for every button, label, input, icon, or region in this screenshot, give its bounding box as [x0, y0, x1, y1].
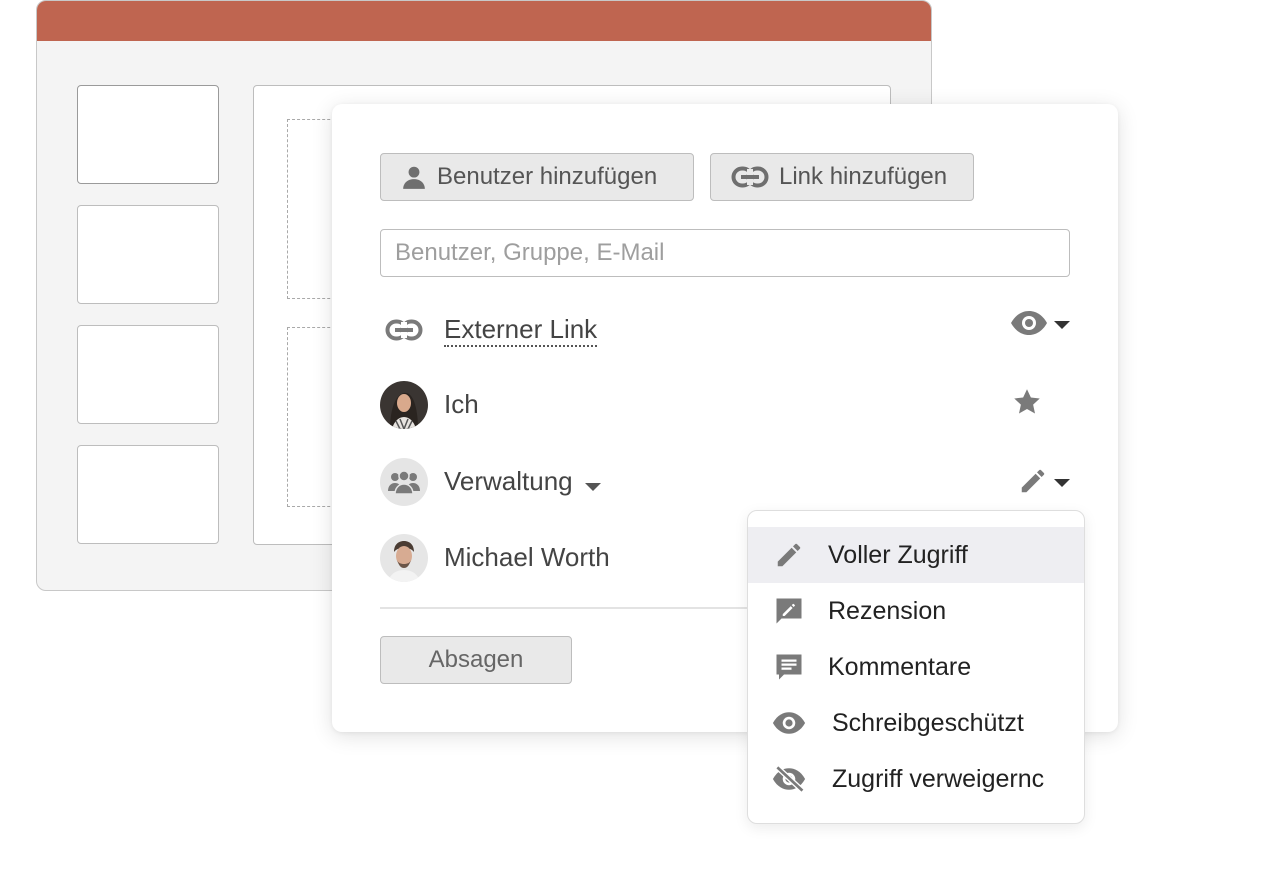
chevron-down-icon: [1054, 317, 1070, 335]
entry-name: Michael Worth: [444, 542, 610, 572]
eye-icon: [1010, 310, 1048, 341]
group-name-dropdown[interactable]: Verwaltung: [444, 466, 601, 499]
entry-name[interactable]: Externer Link: [444, 314, 598, 347]
entry-name: Verwaltung: [444, 466, 573, 496]
chevron-down-icon: [584, 468, 601, 499]
share-entry-me: Ich: [380, 379, 1070, 431]
avatar: [380, 381, 428, 429]
permission-option-full-access[interactable]: Voller Zugriff: [748, 527, 1084, 583]
pencil-icon: [1018, 466, 1048, 501]
permission-dropdown-toggle[interactable]: [1018, 466, 1070, 501]
eye-icon: [772, 707, 806, 739]
permission-label: Rezension: [828, 597, 947, 625]
slide-thumbnail[interactable]: [77, 205, 219, 304]
window-titlebar: [37, 1, 931, 41]
add-user-label: Benutzer hinzufügen: [437, 163, 658, 190]
star-icon: [1012, 387, 1042, 422]
entry-name: Ich: [444, 389, 479, 419]
permission-option-deny-access[interactable]: Zugriff verweigernc: [748, 751, 1084, 807]
slide-thumbnail[interactable]: [77, 85, 219, 184]
chevron-down-icon: [1054, 475, 1070, 493]
pencil-icon: [772, 539, 806, 571]
eye-off-icon: [772, 763, 806, 795]
permission-dropdown-toggle[interactable]: [1010, 310, 1070, 341]
comment-icon: [772, 651, 806, 683]
permission-option-review[interactable]: Rezension: [748, 583, 1084, 639]
permission-menu: Voller Zugriff Rezension Kommentare Schr…: [747, 510, 1085, 824]
slide-thumbnail[interactable]: [77, 325, 219, 424]
share-entry-group: Verwaltung: [380, 456, 1070, 508]
permission-option-read-only[interactable]: Schreibgeschützt: [748, 695, 1084, 751]
permission-option-comments[interactable]: Kommentare: [748, 639, 1084, 695]
user-icon: [401, 164, 427, 190]
avatar: [380, 534, 428, 582]
slide-thumbnail[interactable]: [77, 445, 219, 544]
owner-indicator: [1012, 387, 1042, 422]
review-icon: [772, 595, 806, 627]
link-icon: [380, 306, 428, 354]
add-link-button[interactable]: Link hinzufügen: [710, 153, 974, 201]
search-input[interactable]: [380, 229, 1070, 277]
add-link-label: Link hinzufügen: [779, 163, 948, 190]
cancel-button[interactable]: Absagen: [380, 636, 572, 684]
group-icon: [380, 458, 428, 506]
permission-label: Kommentare: [828, 653, 972, 681]
permission-label: Schreibgeschützt: [832, 709, 1024, 737]
add-user-button[interactable]: Benutzer hinzufügen: [380, 153, 694, 201]
permission-label: Voller Zugriff: [828, 541, 968, 569]
share-entry-external-link: Externer Link: [380, 304, 1070, 356]
link-icon: [731, 165, 769, 189]
permission-label: Zugriff verweigernc: [832, 765, 1045, 793]
